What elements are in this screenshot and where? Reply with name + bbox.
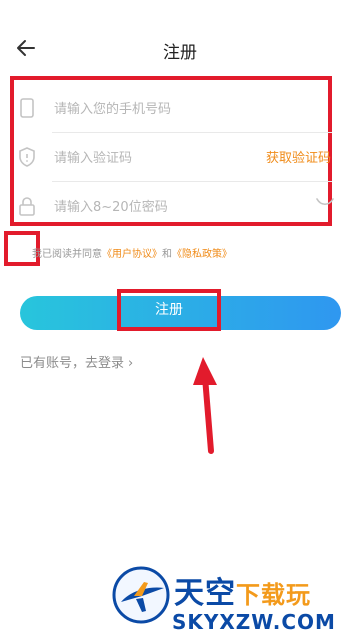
chevron-right-icon: › xyxy=(128,356,134,371)
watermark-cn-part2: 下载玩 xyxy=(236,581,311,609)
password-visibility-icon[interactable] xyxy=(316,196,334,208)
code-input-placeholder[interactable]: 请输入验证码 xyxy=(54,147,132,166)
agreement-text: 我已阅读并同意《用户协议》和《隐私政策》 xyxy=(32,245,232,260)
login-link[interactable]: 已有账号，去登录 › xyxy=(20,352,133,371)
watermark-cn: 天空下载玩 xyxy=(174,568,311,612)
watermark: 天空下载玩 SKYXZW.COM xyxy=(112,566,360,639)
user-agreement-link[interactable]: 《用户协议》 xyxy=(102,249,162,260)
shield-icon xyxy=(19,147,35,167)
login-link-label[interactable]: 已有账号，去登录 xyxy=(20,356,124,371)
agreement-prefix: 我已阅读并同意 xyxy=(32,249,102,260)
get-code-button[interactable]: 获取验证码 xyxy=(266,147,331,166)
lock-icon xyxy=(19,197,35,216)
page-title: 注册 xyxy=(163,43,197,63)
privacy-policy-link[interactable]: 《隐私政策》 xyxy=(172,249,232,260)
phone-input-placeholder[interactable]: 请输入您的手机号码 xyxy=(54,98,171,117)
watermark-cn-part1: 天空 xyxy=(174,576,236,611)
annotation-arrow-icon xyxy=(193,357,217,454)
password-field[interactable]: 请输入8~20位密码 xyxy=(18,182,360,230)
watermark-en: SKYXZW.COM xyxy=(172,610,336,634)
phone-field[interactable]: 请输入您的手机号码 xyxy=(18,84,360,132)
agreement-and: 和 xyxy=(162,249,172,260)
password-input-placeholder[interactable]: 请输入8~20位密码 xyxy=(54,196,168,215)
phone-icon xyxy=(20,98,34,118)
airplane-logo-icon xyxy=(112,566,170,624)
register-button-label[interactable]: 注册 xyxy=(117,299,221,319)
